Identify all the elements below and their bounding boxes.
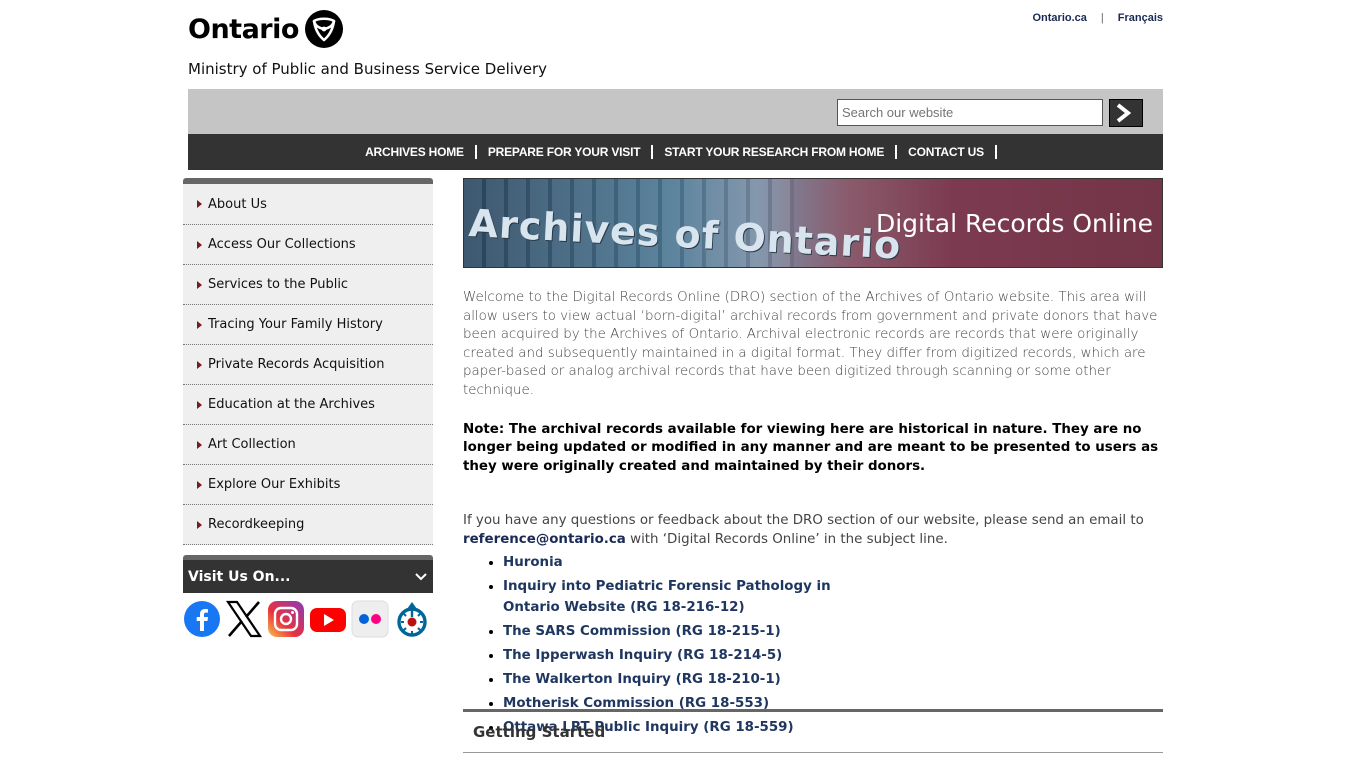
feedback-prefix: If you have any questions or feedback ab… bbox=[463, 513, 1144, 529]
sidebar-item-about-us[interactable]: About Us bbox=[183, 184, 433, 225]
hero-banner: Archives of Ontario Digital Records Onli… bbox=[463, 178, 1163, 268]
nav-archives-home[interactable]: ARCHIVES HOME bbox=[354, 145, 475, 159]
link-sars-commission[interactable]: The SARS Commission (RG 18-215-1) bbox=[503, 621, 1163, 642]
link-text: Inquiry into Pediatric Forensic Patholog… bbox=[503, 578, 831, 615]
feedback-paragraph: If you have any questions or feedback ab… bbox=[463, 512, 1163, 549]
sidebar-item-art-collection[interactable]: Art Collection bbox=[183, 425, 433, 465]
caret-right-icon bbox=[197, 400, 202, 409]
link-pediatric-forensic[interactable]: Inquiry into Pediatric Forensic Patholog… bbox=[503, 576, 863, 618]
sidebar-menu: About Us Access Our Collections Services… bbox=[183, 184, 433, 545]
getting-started-accordion[interactable]: Getting Started bbox=[463, 709, 1163, 753]
youtube-icon[interactable] bbox=[309, 600, 347, 638]
main-navigation: ARCHIVES HOME PREPARE FOR YOUR VISIT STA… bbox=[188, 134, 1163, 170]
facebook-icon[interactable] bbox=[183, 600, 221, 638]
caret-right-icon bbox=[197, 440, 202, 449]
link-ipperwash-inquiry[interactable]: The Ipperwash Inquiry (RG 18-214-5) bbox=[503, 645, 1163, 666]
nav-contact-us[interactable]: CONTACT US bbox=[897, 145, 995, 159]
sidebar-item-label: Education at the Archives bbox=[208, 397, 375, 412]
sidebar-item-label: Private Records Acquisition bbox=[208, 357, 385, 372]
sidebar: About Us Access Our Collections Services… bbox=[183, 178, 433, 545]
search-submit-button[interactable] bbox=[1109, 99, 1143, 127]
email-link[interactable]: reference@ontario.ca bbox=[463, 532, 626, 547]
section-heading: Getting Started bbox=[473, 723, 606, 741]
trillium-icon bbox=[304, 10, 343, 48]
search-bar bbox=[188, 89, 1163, 134]
sidebar-item-private-records[interactable]: Private Records Acquisition bbox=[183, 345, 433, 385]
caret-right-icon bbox=[197, 360, 202, 369]
francais-link[interactable]: Français bbox=[1118, 12, 1163, 24]
main-content: Welcome to the Digital Records Online (D… bbox=[463, 289, 1163, 741]
nav-divider bbox=[994, 145, 997, 159]
caret-right-icon bbox=[197, 280, 202, 289]
wikimedia-commons-icon[interactable] bbox=[393, 600, 431, 638]
ontario-ca-link[interactable]: Ontario.ca bbox=[1032, 12, 1086, 24]
search-input[interactable] bbox=[837, 99, 1103, 126]
sidebar-item-label: Explore Our Exhibits bbox=[208, 477, 341, 492]
caret-right-icon bbox=[197, 480, 202, 489]
arrow-right-icon bbox=[1116, 103, 1132, 123]
nav-prepare-visit[interactable]: PREPARE FOR YOUR VISIT bbox=[477, 145, 652, 159]
sidebar-item-recordkeeping[interactable]: Recordkeeping bbox=[183, 505, 433, 545]
visit-us-panel: Visit Us On... bbox=[183, 555, 433, 638]
social-links bbox=[183, 600, 433, 638]
sidebar-item-label: Services to the Public bbox=[208, 277, 349, 292]
chevron-down-icon bbox=[415, 572, 427, 580]
instagram-icon[interactable] bbox=[267, 600, 305, 638]
brand-wordmark: Ontario bbox=[188, 13, 299, 45]
ontario-logo[interactable]: Ontario bbox=[188, 10, 343, 48]
feedback-suffix: with ‘Digital Records Online’ in the sub… bbox=[630, 531, 948, 547]
caret-right-icon bbox=[197, 320, 202, 329]
sidebar-item-education[interactable]: Education at the Archives bbox=[183, 385, 433, 425]
visit-us-toggle[interactable]: Visit Us On... bbox=[183, 560, 433, 593]
sidebar-item-label: Art Collection bbox=[208, 437, 296, 452]
intro-paragraph: Welcome to the Digital Records Online (D… bbox=[463, 290, 1158, 398]
visit-us-label: Visit Us On... bbox=[188, 568, 291, 585]
sidebar-item-access-collections[interactable]: Access Our Collections bbox=[183, 225, 433, 265]
caret-right-icon bbox=[197, 240, 202, 249]
utility-links: Ontario.ca | Français bbox=[1032, 12, 1163, 24]
caret-right-icon bbox=[197, 520, 202, 529]
sidebar-item-family-history[interactable]: Tracing Your Family History bbox=[183, 305, 433, 345]
flickr-icon[interactable] bbox=[351, 600, 389, 638]
page-title: Digital Records Online bbox=[875, 209, 1153, 238]
nav-start-research[interactable]: START YOUR RESEARCH FROM HOME bbox=[653, 145, 895, 159]
link-walkerton-inquiry[interactable]: The Walkerton Inquiry (RG 18-210-1) bbox=[503, 669, 1163, 690]
sidebar-item-label: Tracing Your Family History bbox=[208, 317, 383, 332]
caret-right-icon bbox=[197, 200, 202, 208]
separator: | bbox=[1100, 12, 1104, 24]
link-huronia[interactable]: Huronia bbox=[503, 552, 1163, 573]
sidebar-item-label: Recordkeeping bbox=[208, 517, 305, 532]
sidebar-item-services-public[interactable]: Services to the Public bbox=[183, 265, 433, 305]
sidebar-item-label: About Us bbox=[208, 196, 267, 212]
note-paragraph: Note: The archival records available for… bbox=[463, 421, 1159, 474]
x-icon[interactable] bbox=[225, 600, 263, 638]
sidebar-item-exhibits[interactable]: Explore Our Exhibits bbox=[183, 465, 433, 505]
ministry-name: Ministry of Public and Business Service … bbox=[188, 60, 548, 78]
sidebar-item-label: Access Our Collections bbox=[208, 237, 356, 252]
